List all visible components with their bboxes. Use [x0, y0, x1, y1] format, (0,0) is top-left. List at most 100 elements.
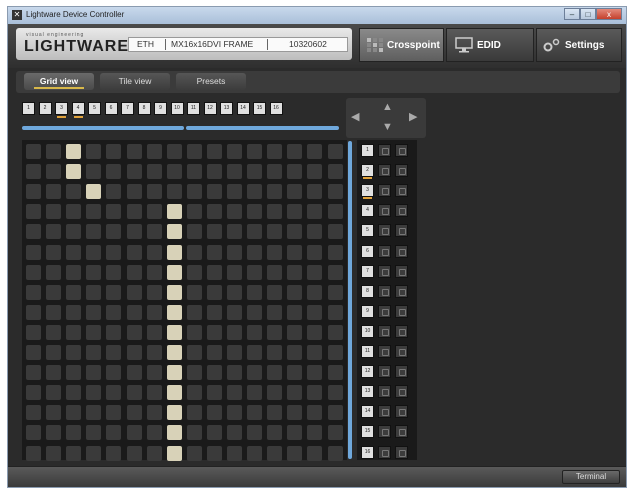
crosspoint-connected[interactable] [166, 204, 182, 220]
crosspoint-cell[interactable] [287, 184, 303, 200]
crosspoint-cell[interactable] [267, 345, 283, 360]
input-button[interactable]: 16 [269, 102, 283, 115]
crosspoint-cell[interactable] [267, 365, 283, 381]
output-button[interactable]: 12 [361, 365, 374, 379]
crosspoint-cell[interactable] [146, 425, 162, 441]
crosspoint-cell[interactable] [247, 184, 263, 200]
crosspoint-cell[interactable] [327, 264, 343, 280]
crosspoint-cell[interactable] [327, 244, 343, 260]
crosspoint-cell[interactable] [287, 345, 303, 360]
crosspoint-cell[interactable] [46, 264, 62, 280]
crosspoint-cell[interactable] [126, 204, 142, 220]
crosspoint-connected[interactable] [66, 164, 82, 180]
close-button[interactable]: x [596, 8, 622, 20]
crosspoint-cell[interactable] [66, 204, 82, 220]
crosspoint-cell[interactable] [66, 264, 82, 280]
up-arrow-icon[interactable]: ▲ [382, 102, 393, 113]
crosspoint-cell[interactable] [126, 425, 142, 441]
crosspoint-cell[interactable] [227, 445, 242, 461]
crosspoint-cell[interactable] [247, 365, 263, 381]
crosspoint-cell[interactable] [206, 264, 222, 280]
mute-icon[interactable] [378, 224, 391, 238]
crosspoint-cell[interactable] [247, 224, 263, 240]
crosspoint-cell[interactable] [247, 144, 263, 159]
crosspoint-cell[interactable] [247, 244, 263, 260]
crosspoint-cell[interactable] [86, 144, 102, 159]
crosspoint-cell[interactable] [146, 385, 162, 401]
crosspoint-cell[interactable] [26, 345, 41, 360]
crosspoint-cell[interactable] [86, 324, 102, 340]
crosspoint-cell[interactable] [206, 365, 222, 381]
crosspoint-cell[interactable] [106, 425, 122, 441]
output-button[interactable]: 10 [361, 324, 374, 338]
crosspoint-cell[interactable] [206, 184, 222, 200]
crosspoint-cell[interactable] [327, 204, 343, 220]
crosspoint-cell[interactable] [146, 244, 162, 260]
crosspoint-cell[interactable] [227, 425, 242, 441]
crosspoint-cell[interactable] [46, 385, 62, 401]
crosspoint-cell[interactable] [26, 304, 41, 320]
crosspoint-cell[interactable] [307, 405, 323, 421]
crosspoint-cell[interactable] [267, 144, 283, 159]
crosspoint-cell[interactable] [307, 244, 323, 260]
crosspoint-cell[interactable] [66, 365, 82, 381]
crosspoint-cell[interactable] [206, 224, 222, 240]
crosspoint-cell[interactable] [146, 365, 162, 381]
crosspoint-cell[interactable] [126, 345, 142, 360]
crosspoint-cell[interactable] [106, 445, 122, 461]
crosspoint-cell[interactable] [146, 264, 162, 280]
lock-icon[interactable] [395, 304, 408, 318]
crosspoint-cell[interactable] [287, 324, 303, 340]
crosspoint-cell[interactable] [106, 144, 122, 159]
crosspoint-cell[interactable] [46, 405, 62, 421]
crosspoint-cell[interactable] [66, 224, 82, 240]
crosspoint-cell[interactable] [327, 164, 343, 180]
input-button[interactable]: 6 [104, 102, 118, 115]
input-button[interactable]: 13 [220, 102, 233, 115]
crosspoint-cell[interactable] [307, 164, 323, 180]
tab-grid-view[interactable]: Grid view [24, 73, 94, 90]
crosspoint-cell[interactable] [327, 224, 343, 240]
crosspoint-cell[interactable] [26, 164, 41, 180]
minimize-button[interactable]: – [564, 8, 580, 20]
crosspoint-cell[interactable] [26, 284, 41, 300]
crosspoint-cell[interactable] [267, 445, 283, 461]
crosspoint-cell[interactable] [227, 184, 242, 200]
output-button[interactable]: 16 [361, 445, 374, 459]
input-button[interactable]: 8 [137, 102, 151, 115]
crosspoint-cell[interactable] [146, 324, 162, 340]
crosspoint-cell[interactable] [106, 184, 122, 200]
crosspoint-cell[interactable] [146, 284, 162, 300]
crosspoint-cell[interactable] [307, 144, 323, 159]
crosspoint-cell[interactable] [247, 164, 263, 180]
crosspoint-cell[interactable] [227, 345, 242, 360]
input-button[interactable]: 10 [170, 102, 184, 115]
crosspoint-cell[interactable] [26, 184, 41, 200]
crosspoint-cell[interactable] [327, 385, 343, 401]
crosspoint-cell[interactable] [206, 405, 222, 421]
crosspoint-cell[interactable] [46, 425, 62, 441]
crosspoint-cell[interactable] [106, 324, 122, 340]
crosspoint-cell[interactable] [106, 284, 122, 300]
crosspoint-cell[interactable] [86, 204, 102, 220]
crosspoint-cell[interactable] [46, 345, 62, 360]
crosspoint-cell[interactable] [307, 365, 323, 381]
mute-icon[interactable] [378, 324, 391, 338]
crosspoint-cell[interactable] [86, 224, 102, 240]
crosspoint-cell[interactable] [327, 445, 343, 461]
crosspoint-cell[interactable] [46, 164, 62, 180]
lock-icon[interactable] [395, 445, 408, 459]
output-button[interactable]: 15 [361, 425, 374, 439]
crosspoint-cell[interactable] [126, 264, 142, 280]
crosspoint-cell[interactable] [206, 324, 222, 340]
crosspoint-cell[interactable] [106, 244, 122, 260]
mute-icon[interactable] [378, 284, 391, 298]
crosspoint-cell[interactable] [267, 304, 283, 320]
crosspoint-cell[interactable] [307, 304, 323, 320]
crosspoint-cell[interactable] [287, 284, 303, 300]
input-button[interactable]: 4 [71, 102, 85, 118]
crosspoint-cell[interactable] [287, 164, 303, 180]
crosspoint-cell[interactable] [327, 425, 343, 441]
crosspoint-cell[interactable] [206, 445, 222, 461]
crosspoint-cell[interactable] [166, 144, 182, 159]
